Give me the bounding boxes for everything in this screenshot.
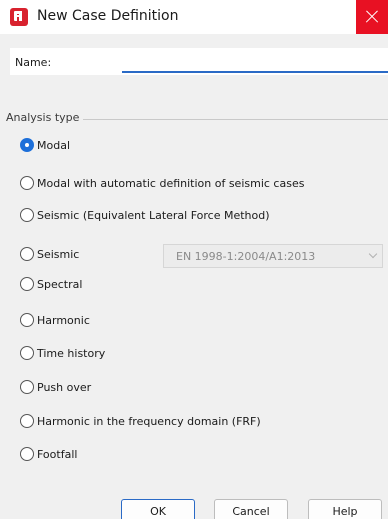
chevron-down-icon [368,249,378,259]
name-label: Name: [15,56,52,69]
robot-app-icon [10,8,28,26]
ok-button[interactable]: OK [121,499,195,519]
radio-unchecked-icon [20,346,34,360]
radio-time-history[interactable]: Time history [20,345,105,361]
name-input[interactable] [122,52,388,73]
radio-seismic[interactable]: Seismic [20,246,79,262]
title-bar: New Case Definition [0,0,388,34]
radio-unchecked-icon [20,313,34,327]
window-title: New Case Definition [37,8,179,24]
radio-unchecked-icon [20,380,34,394]
seismic-code-dropdown[interactable]: EN 1998-1:2004/A1:2013 [163,244,383,268]
radio-label: Modal with automatic definition of seism… [37,176,305,190]
radio-unchecked-icon [20,208,34,222]
radio-label: Harmonic in the frequency domain (FRF) [37,414,261,428]
radio-unchecked-icon [20,414,34,428]
radio-footfall[interactable]: Footfall [20,446,77,462]
radio-seismic-elf[interactable]: Seismic (Equivalent Lateral Force Method… [20,207,270,223]
radio-unchecked-icon [20,447,34,461]
radio-label: Footfall [37,447,78,461]
help-button[interactable]: Help [308,499,382,519]
radio-harmonic-frf[interactable]: Harmonic in the frequency domain (FRF) [20,413,261,429]
close-icon[interactable] [356,0,388,34]
radio-unchecked-icon [20,277,34,291]
radio-label: Push over [37,380,92,394]
radio-label: Harmonic [37,313,90,327]
radio-modal-auto-seismic[interactable]: Modal with automatic definition of seism… [20,175,304,191]
radio-checked-icon [20,138,34,152]
radio-unchecked-icon [20,247,34,261]
seismic-code-value: EN 1998-1:2004/A1:2013 [176,249,316,263]
radio-unchecked-icon [20,176,34,190]
radio-spectral[interactable]: Spectral [20,276,82,292]
radio-label: Modal [37,138,70,152]
radio-modal[interactable]: Modal [20,137,70,153]
radio-label: Time history [37,346,106,360]
radio-push-over[interactable]: Push over [20,379,91,395]
radio-label: Seismic [37,247,80,261]
radio-harmonic[interactable]: Harmonic [20,312,90,328]
cancel-button[interactable]: Cancel [214,499,288,519]
radio-label: Seismic (Equivalent Lateral Force Method… [37,208,270,222]
analysis-type-label: Analysis type [6,111,84,124]
radio-label: Spectral [37,277,83,291]
